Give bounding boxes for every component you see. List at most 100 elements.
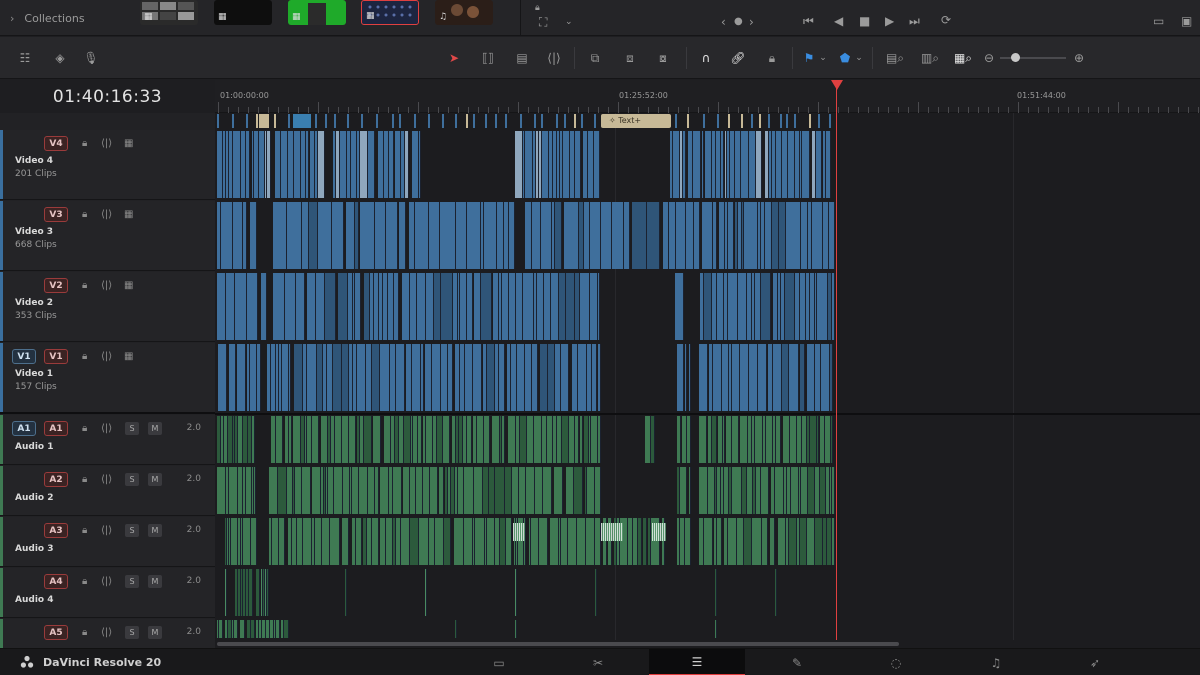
timeline-clip[interactable]: [689, 467, 691, 514]
timeline-clip[interactable]: [293, 416, 301, 463]
timeline-clip[interactable]: [312, 467, 321, 514]
timeline-clip[interactable]: [717, 518, 722, 565]
playhead-line[interactable]: [836, 80, 837, 640]
timeline-clip[interactable]: [252, 416, 255, 463]
timeline-clip[interactable]: [699, 344, 708, 411]
timeline-clip[interactable]: [704, 518, 713, 565]
timeline-clip[interactable]: [693, 131, 701, 198]
auto-select-icon[interactable]: ⟨|⟩: [101, 472, 112, 487]
timeline-clip[interactable]: [499, 344, 505, 411]
film-strip-icon[interactable]: ▦: [124, 136, 133, 151]
timeline-clip[interactable]: [506, 518, 512, 565]
timeline-view-options-icon[interactable]: ☷: [14, 50, 36, 66]
timeline-clip[interactable]: [410, 518, 419, 565]
zoom-full-icon[interactable]: ▤⌕: [882, 50, 908, 66]
media-page-button[interactable]: ▭: [451, 649, 547, 675]
media-thumbnail[interactable]: ▦: [140, 0, 198, 25]
replace-clip-icon[interactable]: ⧇: [652, 50, 674, 66]
track-header-audio-5[interactable]: A5 🔒︎ ⟨|⟩ S M 2.0: [0, 619, 215, 649]
timeline-clip[interactable]: [527, 416, 534, 463]
timeline-clip[interactable]: [418, 416, 422, 463]
title-clip[interactable]: [347, 114, 349, 128]
timeline-clip[interactable]: [307, 344, 317, 411]
zoom-out-icon[interactable]: ⊖: [983, 50, 995, 66]
title-clip[interactable]: [232, 114, 234, 128]
timeline-clip[interactable]: [502, 416, 505, 463]
timeline-clip[interactable]: [267, 131, 271, 198]
timeline-clip[interactable]: [410, 273, 417, 340]
timeline-clip[interactable]: [728, 518, 737, 565]
timeline-clip[interactable]: [687, 416, 691, 463]
timeline-clip[interactable]: [702, 202, 713, 269]
timeline-clip[interactable]: [643, 518, 647, 565]
auto-select-icon[interactable]: ⟨|⟩: [101, 207, 112, 222]
timeline-clip[interactable]: [713, 344, 722, 411]
timeline-clip[interactable]: [732, 344, 740, 411]
timeline-clip[interactable]: [419, 131, 421, 198]
timeline-clip[interactable]: [773, 344, 782, 411]
timeline-clip[interactable]: [713, 202, 717, 269]
timeline-clip[interactable]: [762, 518, 768, 565]
timeline-horizontal-scrollbar[interactable]: [215, 640, 1200, 648]
timeline-clip[interactable]: [677, 416, 681, 463]
timeline-clip[interactable]: [256, 569, 260, 616]
timeline-clip[interactable]: [816, 131, 822, 198]
timeline-clip[interactable]: [564, 202, 579, 269]
timeline-clip[interactable]: [566, 467, 574, 514]
scrollbar-thumb[interactable]: [217, 642, 899, 646]
film-strip-icon[interactable]: ▦: [124, 207, 133, 222]
timeline-clip[interactable]: [594, 131, 600, 198]
timeline-clip[interactable]: [531, 518, 539, 565]
mute-button[interactable]: M: [148, 575, 162, 588]
timeline-clip[interactable]: [517, 344, 525, 411]
timeline-clip[interactable]: [475, 518, 485, 565]
timeline-clip[interactable]: [332, 202, 344, 269]
timeline-clip[interactable]: [721, 131, 724, 198]
track-destination-badge[interactable]: A1: [44, 421, 68, 436]
title-clip[interactable]: [728, 114, 730, 128]
track-destination-badge[interactable]: V4: [44, 136, 68, 151]
timeline-clip[interactable]: [396, 344, 405, 411]
timeline-clip[interactable]: [402, 273, 410, 340]
title-clip[interactable]: [442, 114, 444, 128]
timeline-clip[interactable]: [333, 344, 342, 411]
timeline-clip[interactable]: [815, 518, 823, 565]
timeline-clip[interactable]: [756, 131, 762, 198]
title-clip[interactable]: [520, 114, 522, 128]
film-strip-icon[interactable]: ▦: [124, 349, 133, 364]
timeline-clip[interactable]: [705, 131, 712, 198]
timeline-clip[interactable]: [831, 416, 833, 463]
timeline-clip[interactable]: [338, 273, 348, 340]
timeline-clip[interactable]: [426, 416, 433, 463]
lock-icon[interactable]: 🔒︎: [82, 574, 87, 589]
timeline-clip[interactable]: [740, 416, 748, 463]
timeline-clip[interactable]: [525, 131, 533, 198]
track-header-audio-4[interactable]: A4 🔒︎ ⟨|⟩ S M 2.0 Audio 4: [0, 568, 215, 618]
timeline-clip[interactable]: [786, 202, 801, 269]
timeline-clip[interactable]: [732, 467, 742, 514]
timeline-clip[interactable]: [775, 569, 777, 616]
title-clip[interactable]: [399, 114, 401, 128]
timeline-clip[interactable]: [685, 344, 687, 411]
timeline-clip[interactable]: [233, 131, 241, 198]
timeline-clip[interactable]: [355, 273, 361, 340]
solo-button[interactable]: S: [125, 524, 139, 537]
timeline-clip[interactable]: [802, 131, 810, 198]
title-clip[interactable]: [288, 114, 290, 128]
timeline-clip[interactable]: [832, 467, 835, 514]
timeline-clip[interactable]: [675, 273, 684, 340]
lock-icon[interactable]: 🔒︎: [82, 625, 87, 640]
solo-button[interactable]: S: [125, 473, 139, 486]
zoom-slider-track[interactable]: [1000, 57, 1066, 59]
timeline-clip[interactable]: [686, 202, 694, 269]
title-clip[interactable]: [818, 114, 820, 128]
timeline-clip[interactable]: [832, 273, 835, 340]
timeline-clip[interactable]: [548, 344, 555, 411]
timeline-clip[interactable]: [752, 518, 762, 565]
timeline-clip[interactable]: [595, 569, 597, 616]
auto-select-icon[interactable]: ⟨|⟩: [101, 523, 112, 538]
timeline-clip[interactable]: [516, 273, 523, 340]
title-clip[interactable]: [259, 114, 269, 128]
timeline-tracks[interactable]: ✧ Text+: [215, 113, 1200, 640]
track-destination-badge[interactable]: A5: [44, 625, 68, 640]
